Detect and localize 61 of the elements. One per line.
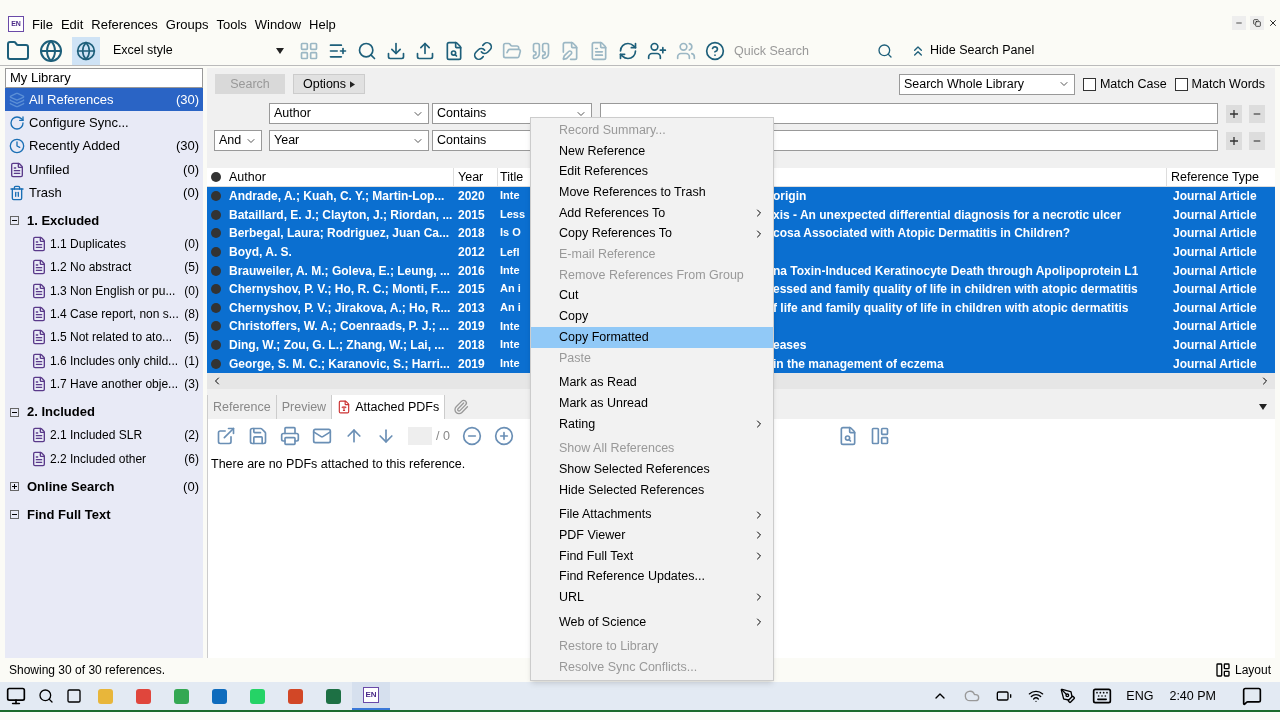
table-cell-text: George, S. M. C.; Karanovic, S.; Harri... (228, 355, 451, 373)
select-value: Contains (437, 105, 487, 123)
table-cell-text: 2019 (457, 355, 486, 373)
table-cell-text: 2018 (457, 225, 486, 243)
table-cell-text: origin (773, 188, 807, 206)
table-cell-text: 2019 (457, 318, 486, 336)
table-cell-text: Inte (499, 355, 521, 371)
table-cell-text: Journal Article (1172, 206, 1258, 224)
table-cell-text: f life and family quality of life in children with atopic dermatitis (773, 299, 1129, 317)
select-value: Search Whole Library (903, 75, 1025, 93)
table-cell-text: 2012 (457, 244, 486, 262)
table-cell-text: Andrade, A.; Kuah, C. Y.; Martin-Lop... (228, 188, 446, 206)
table-cell-text: An i (499, 281, 522, 297)
table-cell-text: Lefl (499, 244, 521, 260)
select-value: Year (274, 132, 300, 150)
app-icon: EN (363, 687, 379, 703)
table-cell-text: Journal Article (1172, 355, 1258, 373)
table-cell-text: Boyd, A. S. (228, 244, 293, 262)
table-cell-text: Bataillard, E. J.; Clayton, J.; Riordan, ... (228, 206, 454, 224)
select-value: Excel style (113, 42, 173, 60)
table-cell-text: Inte (499, 337, 521, 353)
page-count: / 0 (436, 427, 450, 445)
table-cell-text: essed and family quality of life in children with atopic dermatitis (773, 281, 1138, 299)
table-cell-text: Journal Article (1172, 225, 1258, 243)
table-cell-text: Ding, W.; Zou, G. L.; Zhang, W.; Lai, ... (228, 337, 446, 355)
table-cell-text: Chernyshov, P. V.; Ho, R. C.; Monti, F.... (228, 281, 452, 299)
table-cell-text: 2020 (457, 188, 486, 206)
table-cell-text: Journal Article (1172, 318, 1258, 336)
table-cell-text: Journal Article (1172, 262, 1258, 280)
table-cell-text: Berbegal, Laura; Rodriguez, Juan Ca... (228, 225, 451, 243)
table-cell-text: na Toxin-Induced Keratinocyte Death through Apolipoprotein L1 (773, 262, 1139, 280)
table-cell-text: Inte (499, 319, 521, 335)
table-cell-text: Brauweiler, A. M.; Goleva, E.; Leung, ... (228, 262, 451, 280)
table-cell-text: Inte (499, 188, 521, 204)
table-cell-text: Journal Article (1172, 337, 1258, 355)
table-cell-text: An i (499, 299, 522, 315)
status-text: Showing 30 of 30 references. (9, 662, 166, 679)
table-cell-text: eases (773, 337, 807, 355)
table-cell-text: Less (499, 206, 526, 222)
table-cell-text: Journal Article (1172, 299, 1258, 317)
pdf-message: There are no PDFs attached to this reference. (211, 456, 466, 473)
table-cell-text: cosa Associated with Atopic Dermatitis in Children? (773, 225, 1071, 243)
table-cell-text: Christoffers, W. A.; Coenraads, P. J.; ... (228, 318, 451, 336)
select-value: And (219, 132, 242, 150)
table-cell-text: 2015 (457, 281, 486, 299)
table-cell-text: Inte (499, 262, 521, 278)
table-cell-text: xis - An unexpected differential diagnosis for a necrotic ulcer (773, 206, 1122, 224)
checkbox-label: Match Case (1099, 75, 1167, 93)
table-cell-text: in the management of eczema (773, 355, 944, 373)
table-cell-text: Chernyshov, P. V.; Jirakova, A.; Ho, R... (228, 299, 452, 317)
table-cell-text: 2016 (457, 262, 486, 280)
table-cell-text: Journal Article (1172, 244, 1258, 262)
checkbox-label: Match Words (1191, 75, 1265, 93)
select-value: Author (274, 105, 311, 123)
table-cell-text: 2015 (457, 206, 486, 224)
table-cell-text: 2013 (457, 299, 486, 317)
table-cell-text: Journal Article (1172, 281, 1258, 299)
table-cell-text: Journal Article (1172, 188, 1258, 206)
table-cell-text: Is O (499, 225, 522, 241)
table-cell-text: 2018 (457, 337, 486, 355)
select-value: Contains (437, 132, 487, 150)
